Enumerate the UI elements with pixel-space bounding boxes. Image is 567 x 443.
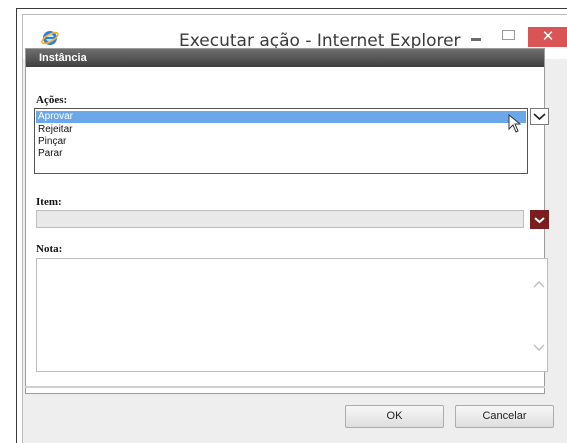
chevron-down-icon bbox=[533, 113, 546, 121]
internet-explorer-icon bbox=[41, 31, 59, 45]
acoes-dropdown-button[interactable] bbox=[530, 108, 549, 125]
panel-header: Instância bbox=[26, 49, 544, 67]
close-icon: ✕ bbox=[541, 28, 555, 45]
acoes-label: Ações: bbox=[36, 94, 68, 106]
item-dropdown-button[interactable] bbox=[530, 210, 549, 229]
maximize-button[interactable] bbox=[497, 26, 521, 46]
item-field[interactable] bbox=[36, 210, 524, 228]
option-pincar[interactable]: Pinçar bbox=[38, 136, 66, 148]
minimize-button[interactable] bbox=[466, 27, 492, 47]
option-aprovar[interactable]: Aprovar bbox=[36, 111, 526, 123]
option-rejeitar[interactable]: Rejeitar bbox=[38, 124, 72, 136]
mouse-pointer-icon bbox=[508, 114, 522, 133]
nota-textarea[interactable] bbox=[36, 258, 548, 372]
chevron-up-icon[interactable] bbox=[533, 279, 545, 289]
footer-divider bbox=[25, 386, 545, 388]
nota-label: Nota: bbox=[36, 243, 63, 255]
acoes-select-list[interactable]: Aprovar Rejeitar Pinçar Parar bbox=[34, 108, 528, 174]
close-button[interactable]: ✕ bbox=[528, 27, 567, 47]
item-label: Item: bbox=[36, 196, 62, 208]
cancel-button[interactable]: Cancelar bbox=[455, 405, 554, 428]
chevron-down-icon[interactable] bbox=[533, 343, 545, 353]
chevron-down-icon bbox=[534, 217, 545, 224]
ok-button[interactable]: OK bbox=[345, 405, 444, 428]
option-parar[interactable]: Parar bbox=[38, 148, 62, 160]
